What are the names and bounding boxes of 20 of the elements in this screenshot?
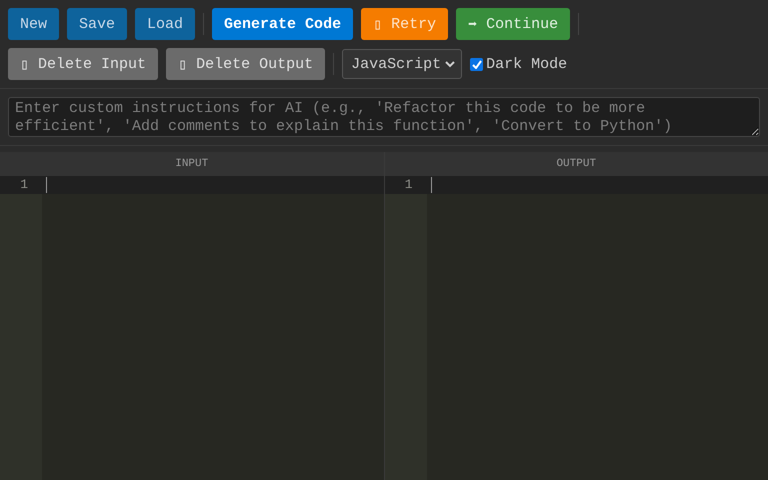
text-cursor	[430, 177, 432, 193]
code-editor[interactable]: 1	[0, 176, 384, 480]
line-number: 1	[0, 176, 42, 194]
chevron-down-icon	[445, 60, 456, 68]
pane-header: OUTPUT	[384, 152, 768, 176]
toolbar-button[interactable]: ▯ Delete Input	[8, 48, 158, 80]
code-editor[interactable]: 1	[384, 176, 768, 480]
checkbox-label: Dark Mode	[486, 56, 568, 72]
instructions-field[interactable]: Enter custom instructions for AI (e.g., 'Refactor this code to be more efficient', 'Add comments to explain this function', 'Convert to Python')	[8, 97, 760, 137]
toolbar-button[interactable]: ▯ Delete Output	[166, 48, 326, 80]
line-number: 1	[384, 176, 426, 194]
language-select[interactable]: JavaScript	[342, 49, 462, 79]
pane-header: INPUT	[0, 152, 384, 176]
toolbar-button[interactable]: New	[8, 8, 60, 40]
toolbar-button[interactable]: Generate Code	[212, 8, 354, 40]
toolbar-button[interactable]: ➡ Continue	[456, 8, 570, 40]
toolbar-button[interactable]: Save	[67, 8, 128, 40]
text-cursor	[46, 177, 47, 193]
toolbar-button[interactable]: Load	[135, 8, 196, 40]
checkbox[interactable]	[470, 58, 484, 70]
